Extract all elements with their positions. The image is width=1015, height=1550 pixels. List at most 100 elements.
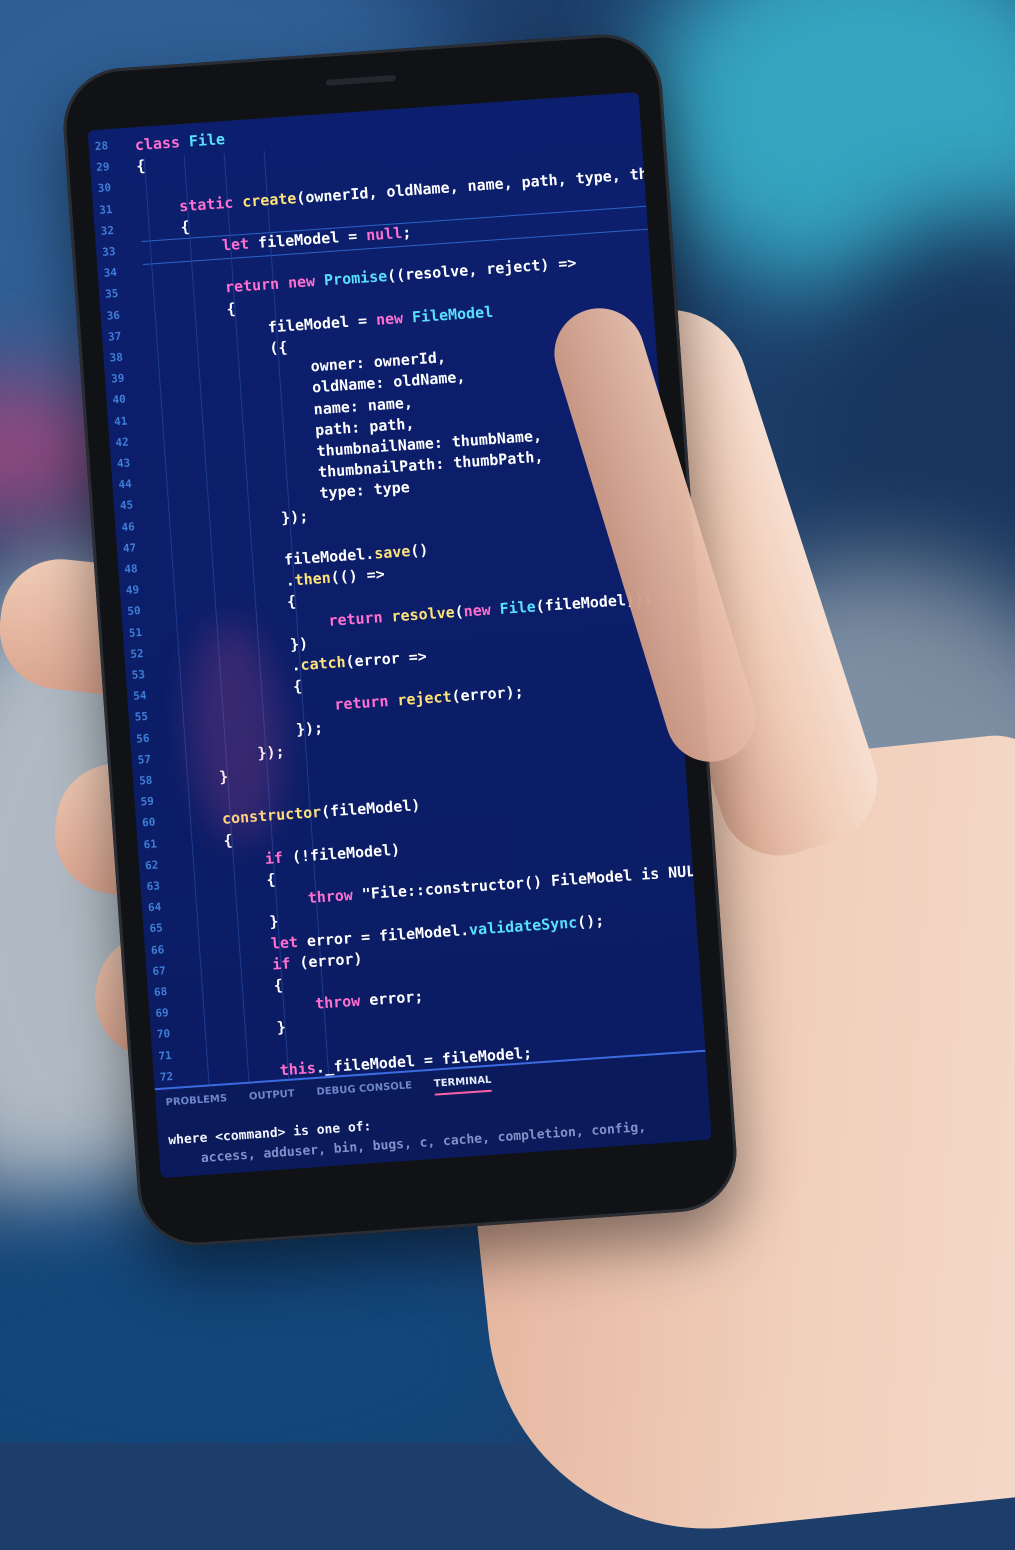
line-number: 66	[150, 942, 165, 957]
line-number: 59	[140, 794, 155, 809]
line-number: 48	[123, 562, 139, 577]
code-token: resolve	[390, 602, 456, 626]
line-number: 55	[134, 710, 149, 725]
line-number: 63	[146, 879, 161, 894]
phone-screen: 28 29 30 31 32 33 34 35 36 37 38 39 40 41 42 43 44 45 46 47…	[87, 92, 712, 1178]
code-token: static	[178, 192, 243, 215]
code-token: });	[295, 718, 324, 739]
code-line: {	[136, 156, 146, 177]
line-number: 71	[157, 1048, 173, 1063]
line-number: 70	[156, 1027, 171, 1042]
line-number: 33	[101, 244, 116, 259]
code-token: })	[289, 634, 309, 654]
code-token: ;	[401, 223, 412, 242]
code-token: new	[375, 308, 413, 329]
code-token: return	[327, 607, 393, 630]
line-number: 57	[137, 752, 152, 767]
code-token: null	[365, 223, 403, 245]
line-number: 47	[122, 540, 137, 555]
line-number: 51	[128, 625, 143, 640]
line-number: 41	[113, 414, 128, 428]
code-token: (ownerId, oldName, name, path, type, thu	[295, 163, 658, 207]
code-line: {	[226, 298, 236, 319]
line-number: 56	[135, 731, 150, 746]
code-line: throw error;	[314, 986, 424, 1014]
line-number: 34	[103, 266, 118, 280]
code-token: });	[280, 506, 309, 527]
line-number: 61	[143, 837, 158, 851]
code-line: {	[273, 975, 283, 996]
tab-terminal[interactable]: TERMINAL	[433, 1074, 493, 1096]
code-token: {	[265, 870, 277, 889]
line-number: 38	[109, 350, 124, 365]
code-line: {	[180, 216, 190, 237]
line-number: 45	[119, 498, 134, 513]
code-token: : type	[355, 478, 411, 501]
code-line: {	[286, 592, 296, 613]
code-token: {	[273, 976, 284, 995]
code-line: static create(ownerId, oldName, name, pa…	[178, 163, 658, 216]
code-line: return new Promise((resolve, reject) =>	[224, 253, 577, 298]
code-token: File	[188, 130, 226, 151]
line-number: 31	[98, 202, 113, 217]
line-number: 32	[100, 223, 115, 238]
code-line: .catch(error =>	[291, 646, 428, 675]
code-token: return new	[224, 271, 325, 297]
line-number: 36	[106, 308, 121, 323]
code-token: (() =>	[330, 565, 386, 587]
code-token: then	[293, 568, 332, 590]
code-token: if	[264, 847, 293, 868]
line-number: 50	[126, 604, 142, 619]
code-token: catch	[299, 652, 347, 674]
code-editor[interactable]: class File{static create(ownerId, oldNam…	[134, 92, 711, 1124]
code-token: FileModel	[411, 302, 494, 327]
line-number: 30	[97, 181, 112, 196]
code-token: let	[221, 233, 259, 255]
line-number: 67	[152, 963, 167, 978]
code-token: {	[135, 156, 146, 176]
code-token: (!fileModel)	[291, 840, 401, 866]
line-number: 72	[159, 1069, 174, 1084]
code-token: ((resolve, reject) =>	[386, 254, 577, 286]
code-token: (error);	[450, 682, 525, 706]
line-number: 52	[129, 646, 145, 661]
code-token: fileModel	[267, 311, 359, 337]
line-number: 58	[138, 773, 153, 788]
line-number: 43	[116, 456, 131, 471]
code-token: {	[292, 677, 303, 696]
code-line: throw "File::constructor() FileModel is …	[307, 860, 711, 908]
line-number: 42	[115, 435, 130, 450]
code-line: })	[289, 633, 308, 654]
code-token: name	[313, 397, 351, 419]
code-token: save	[373, 542, 411, 563]
code-token: : path,	[350, 414, 415, 437]
line-number: 35	[104, 287, 119, 302]
code-line: let error = fileModel.validateSync();	[270, 910, 605, 953]
line-number: 49	[125, 583, 140, 598]
phone-speaker	[325, 74, 396, 86]
code-token: {	[180, 217, 191, 237]
code-token: = fileModel.	[360, 920, 470, 947]
code-token: {	[225, 299, 237, 318]
code-token: return	[333, 691, 399, 715]
code-token: ()	[409, 540, 429, 561]
code-token: Promise	[323, 267, 388, 290]
tab-output[interactable]: OUTPUT	[249, 1088, 296, 1108]
code-token: path	[314, 418, 352, 440]
code-token: ({	[268, 338, 288, 358]
code-token: ();	[576, 911, 605, 931]
code-line: });	[280, 506, 309, 528]
code-token: =	[357, 310, 377, 330]
code-token: }	[276, 1018, 287, 1037]
line-number: 68	[153, 985, 168, 1000]
code-line: {	[292, 676, 302, 697]
code-token: {	[286, 592, 297, 612]
code-token: reject	[396, 687, 453, 710]
code-line: fileModel = new FileModel	[267, 302, 494, 338]
line-number: 53	[131, 667, 146, 682]
tab-debug-console[interactable]: DEBUG CONSOLE	[316, 1080, 413, 1104]
code-token: type	[318, 482, 357, 503]
code-line: });	[295, 717, 323, 739]
tab-problems[interactable]: PROBLEMS	[165, 1093, 228, 1114]
smartphone: 28 29 30 31 32 33 34 35 36 37 38 39 40 41 42 43 44 45 46 47…	[59, 30, 741, 1250]
